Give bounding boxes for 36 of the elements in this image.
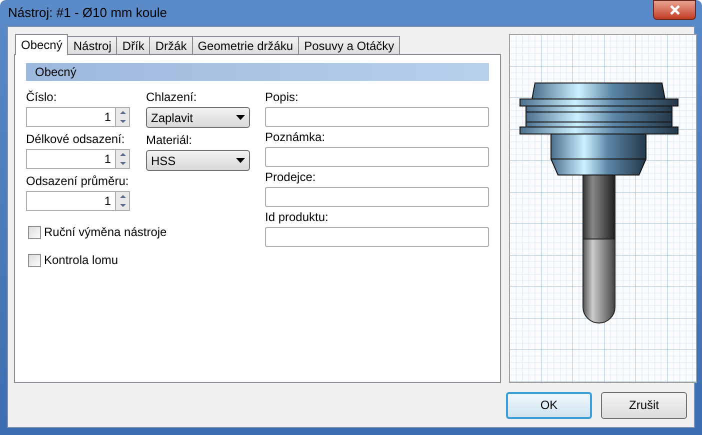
field-label: Číslo: bbox=[26, 89, 58, 105]
checkbox[interactable] bbox=[28, 226, 41, 238]
tab[interactable]: Geometrie držáku bbox=[192, 36, 300, 54]
caret-icon bbox=[236, 115, 245, 120]
section-header: Obecný bbox=[26, 63, 489, 81]
checkbox-label: Kontrola lomu bbox=[44, 252, 118, 269]
field-label: Materiál: bbox=[146, 132, 194, 148]
dropdown[interactable]: Zaplavit bbox=[146, 107, 250, 128]
field-label: Poznámka: bbox=[265, 129, 326, 145]
spin-field[interactable]: 1 bbox=[26, 149, 115, 169]
text-field[interactable] bbox=[265, 227, 489, 247]
field-label: Délkové odsazení: bbox=[26, 131, 126, 147]
spin-field[interactable]: 1 bbox=[26, 107, 115, 127]
tab[interactable]: Obecný bbox=[15, 34, 68, 55]
text-field[interactable] bbox=[265, 107, 489, 127]
field-label: Prodejce: bbox=[265, 169, 317, 185]
dialog-button[interactable]: Zrušit bbox=[601, 392, 687, 418]
field-label: Popis: bbox=[265, 89, 300, 105]
close-icon bbox=[670, 5, 680, 15]
window-title: Nástroj: #1 - Ø10 mm koule bbox=[8, 4, 168, 22]
checkbox[interactable] bbox=[28, 254, 41, 266]
dialog-button[interactable]: OK bbox=[506, 392, 592, 418]
close-button[interactable] bbox=[653, 0, 696, 20]
tab[interactable]: Posuvy a Otáčky bbox=[298, 36, 400, 54]
text-field[interactable] bbox=[265, 187, 489, 207]
tab[interactable]: Dřík bbox=[116, 36, 150, 54]
dropdown[interactable]: HSS bbox=[146, 150, 250, 171]
text-field[interactable] bbox=[265, 147, 489, 167]
checkbox-label: Ruční výměna nástroje bbox=[44, 224, 167, 241]
field-label: Id produktu: bbox=[265, 209, 330, 225]
tab[interactable]: Držák bbox=[149, 36, 193, 54]
field-label: Chlazení: bbox=[146, 89, 198, 105]
spin-field[interactable]: 1 bbox=[26, 191, 115, 211]
tab[interactable]: Nástroj bbox=[67, 36, 118, 54]
field-label: Odsazení průměru: bbox=[26, 173, 130, 189]
caret-icon bbox=[236, 158, 245, 163]
